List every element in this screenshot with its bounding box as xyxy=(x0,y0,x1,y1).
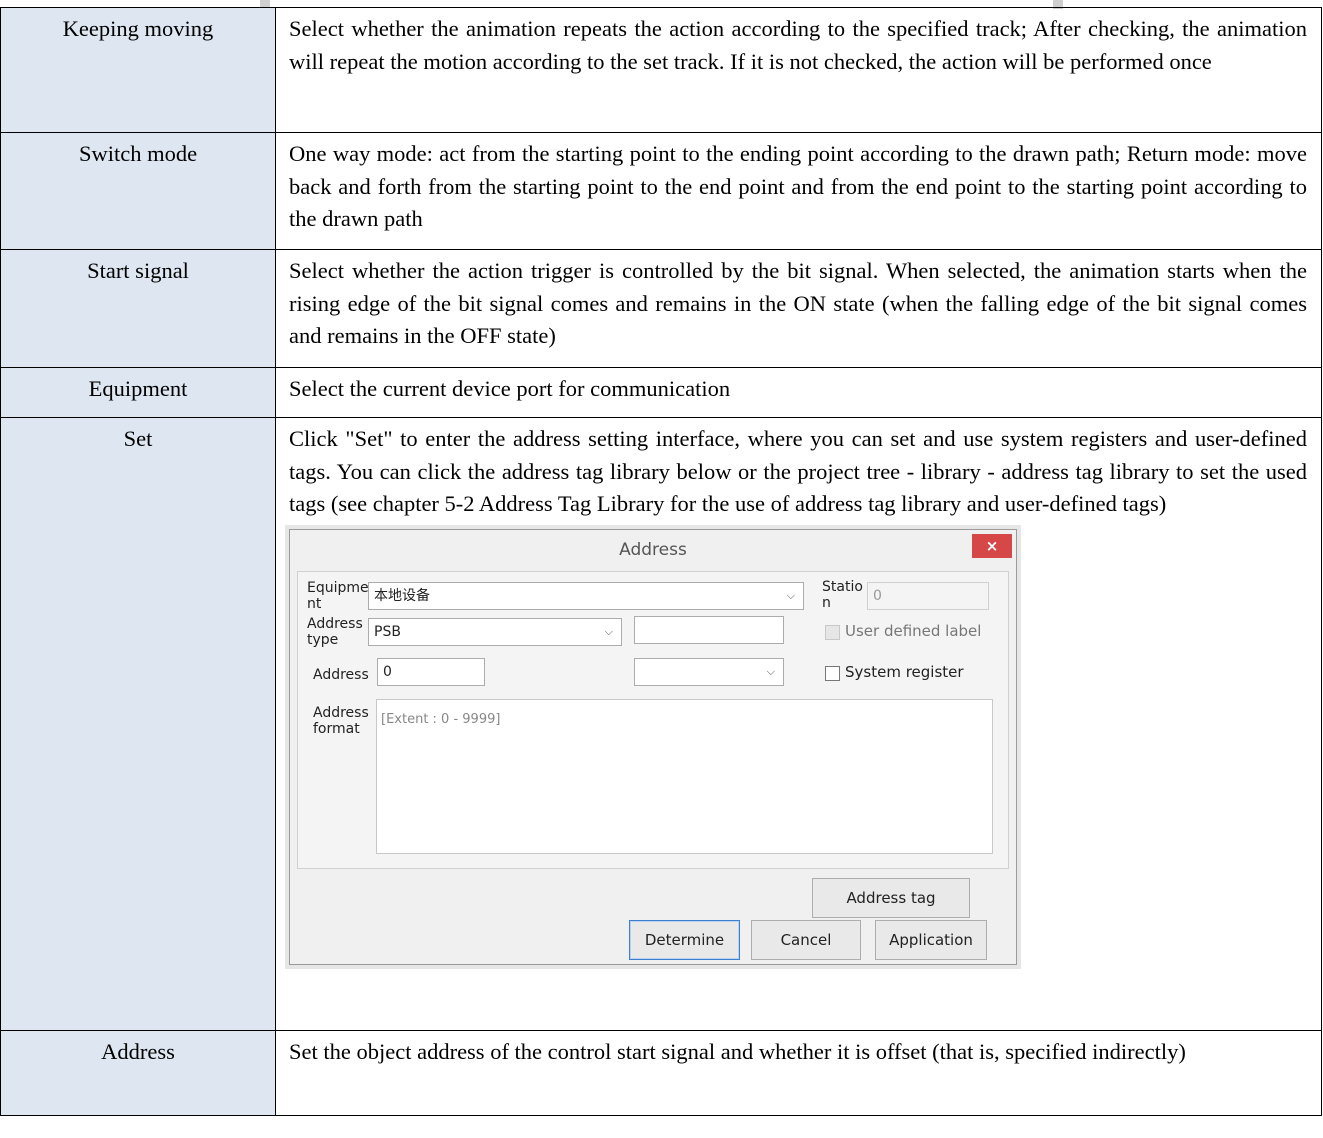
address-label: Address xyxy=(313,666,369,683)
table-row: Start signal Select whether the action t… xyxy=(0,249,1322,368)
param-description: Select whether the action trigger is con… xyxy=(275,249,1322,368)
parameter-table: Keeping moving Select whether the animat… xyxy=(0,7,1322,1116)
application-button[interactable]: Application xyxy=(875,919,987,960)
param-name-address: Address xyxy=(0,1030,276,1116)
param-name-keeping-moving: Keeping moving xyxy=(0,7,276,133)
param-description: Select the current device port for commu… xyxy=(275,367,1322,418)
table-row: Switch mode One way mode: act from the s… xyxy=(0,132,1322,250)
param-name-equipment: Equipment xyxy=(0,367,276,418)
param-name-switch-mode: Switch mode xyxy=(0,132,276,250)
param-name-start-signal: Start signal xyxy=(0,249,276,368)
close-button[interactable]: × xyxy=(972,533,1012,558)
system-register-checkbox[interactable] xyxy=(825,665,840,681)
address-tag-button[interactable]: Address tag xyxy=(812,877,970,918)
equipment-select[interactable]: 本地设备 ⌵ xyxy=(368,581,804,610)
address-sub-select[interactable]: ⌵ xyxy=(634,657,784,686)
param-description: Click "Set" to enter the address setting… xyxy=(289,426,1307,517)
param-description-cell: Click "Set" to enter the address setting… xyxy=(275,417,1322,1031)
table-row: Equipment Select the current device port… xyxy=(0,367,1322,418)
chevron-down-icon: ⌵ xyxy=(604,624,613,638)
address-type-value: PSB xyxy=(374,623,401,640)
param-description: Select whether the animation repeats the… xyxy=(275,7,1322,133)
address-format-label: Address format xyxy=(313,704,369,737)
close-icon: × xyxy=(985,536,999,555)
chevron-down-icon: ⌵ xyxy=(766,664,775,678)
equipment-value: 本地设备 xyxy=(374,587,430,604)
cancel-button[interactable]: Cancel xyxy=(751,919,861,960)
system-register-label: System register xyxy=(845,662,964,681)
param-description: Set the object address of the control st… xyxy=(275,1030,1322,1116)
chevron-down-icon: ⌵ xyxy=(786,588,795,602)
station-input[interactable]: 0 xyxy=(867,581,989,610)
dialog-title: Address xyxy=(619,539,687,560)
address-type-label: Address type xyxy=(307,615,363,648)
address-dialog: Address × Equipme nt 本地设备 ⌵ Statio n 0 A… xyxy=(289,528,1017,965)
user-defined-label-text: User defined label xyxy=(845,621,982,640)
address-settings-panel: Equipme nt 本地设备 ⌵ Statio n 0 Address type xyxy=(297,570,1009,869)
table-row: Address Set the object address of the co… xyxy=(0,1030,1322,1116)
dialog-title-bar: Address × xyxy=(290,530,1016,568)
table-row: Keeping moving Select whether the animat… xyxy=(0,7,1322,133)
param-name-set: Set xyxy=(0,417,276,1031)
param-description: One way mode: act from the starting poin… xyxy=(275,132,1322,250)
address-format-box: [Extent : 0 - 9999] xyxy=(376,698,993,854)
station-label: Statio n xyxy=(822,578,863,611)
determine-button[interactable]: Determine xyxy=(629,919,740,960)
equipment-label: Equipme nt xyxy=(307,579,369,612)
address-type-select[interactable]: PSB ⌵ xyxy=(368,617,622,646)
address-type-extra-input[interactable] xyxy=(634,615,784,644)
address-input[interactable]: 0 xyxy=(377,657,485,686)
user-defined-label-checkbox[interactable] xyxy=(825,624,840,640)
table-row: Set Click "Set" to enter the address set… xyxy=(0,417,1322,1031)
